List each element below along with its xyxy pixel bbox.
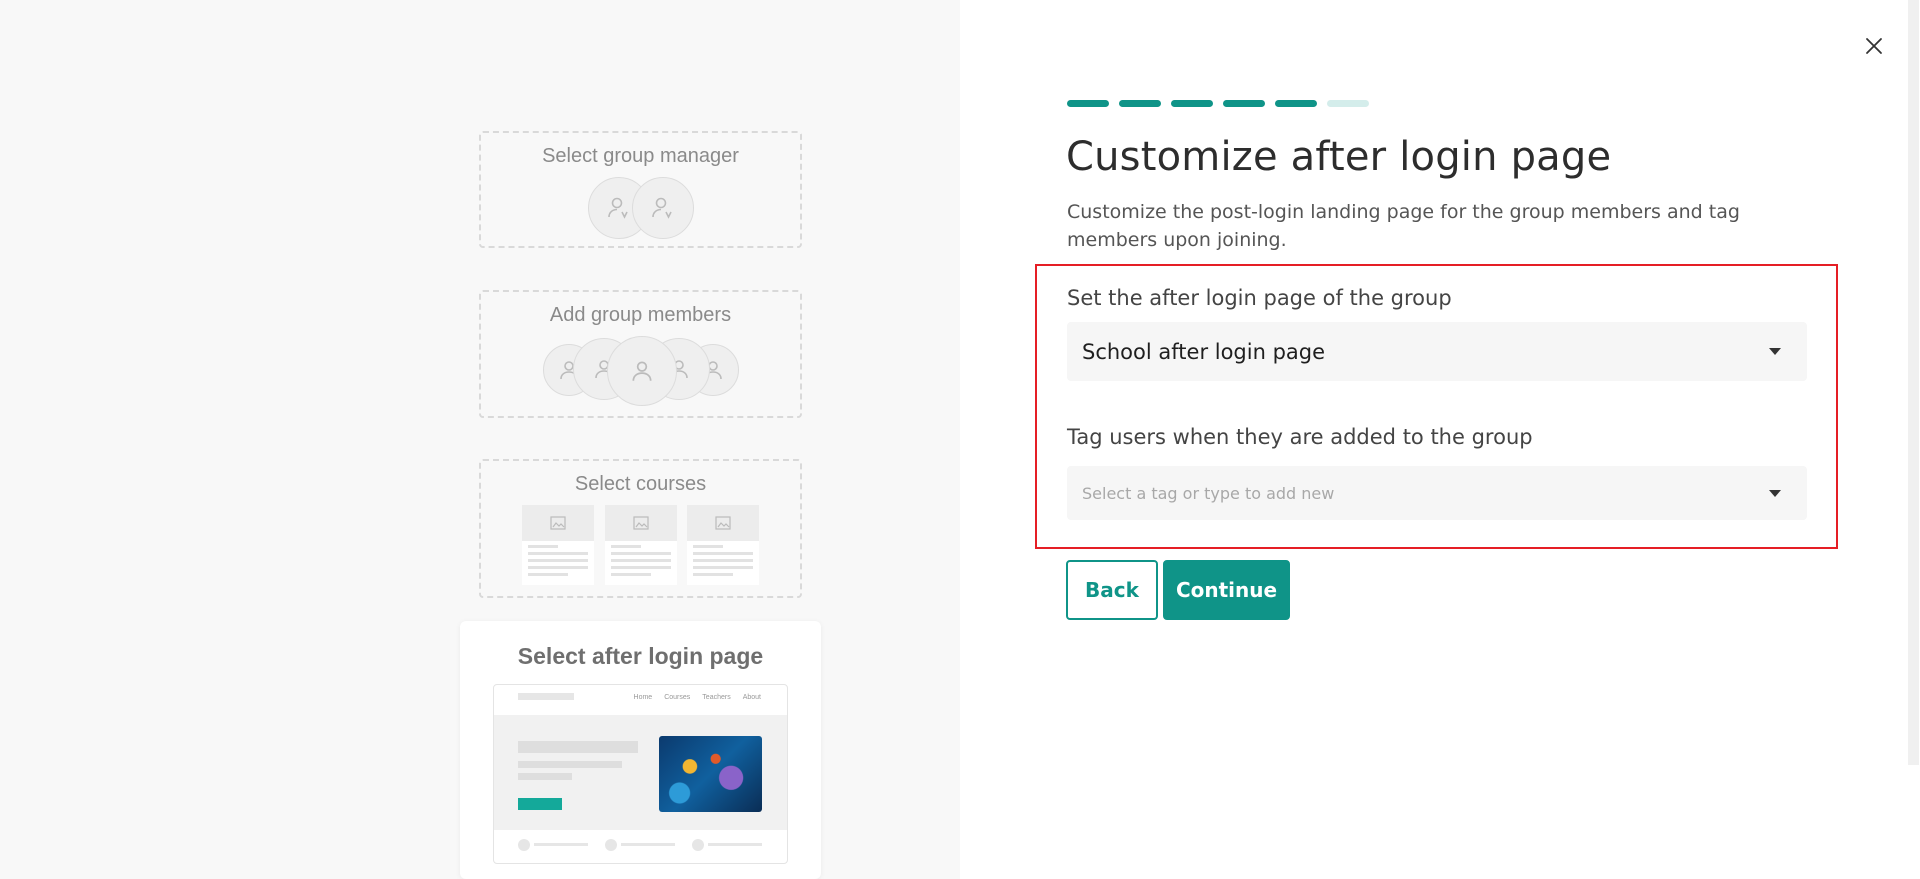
step-card-courses: Select courses: [479, 459, 802, 598]
page-preview: Home Courses Teachers About: [493, 684, 788, 864]
preview-nav-item: About: [742, 694, 761, 701]
course-thumbnail: [687, 505, 759, 585]
after-login-page-value: School after login page: [1082, 339, 1326, 364]
close-icon: [1866, 38, 1882, 54]
image-icon: [633, 516, 649, 530]
tag-users-placeholder: Select a tag or type to add new: [1082, 483, 1335, 503]
step-card-group-members: Add group members: [479, 290, 802, 418]
page-subtitle: Customize the post-login landing page fo…: [1067, 201, 1740, 251]
preview-nav-item: Courses: [664, 694, 691, 701]
step-card-group-manager: Select group manager: [479, 131, 802, 248]
after-login-page-label: Set the after login page of the group: [1067, 286, 1452, 310]
tag-users-select[interactable]: Select a tag or type to add new: [1067, 466, 1807, 520]
progress-step-complete: [1067, 100, 1109, 107]
step-card-after-login-page: Select after login page Home Courses Tea…: [460, 621, 821, 879]
tag-users-label: Tag users when they are added to the gro…: [1067, 425, 1533, 449]
progress-step-complete: [1119, 100, 1161, 107]
step-title: Select courses: [574, 473, 707, 495]
page-title: Customize after login page: [1066, 134, 1612, 180]
chevron-down-icon: [1769, 348, 1781, 355]
course-thumbnail: [605, 505, 677, 585]
progress-step-pending: [1327, 100, 1369, 107]
course-thumbnail: [522, 505, 594, 585]
wizard-illustration-panel: Select group manager Add group members S…: [0, 0, 960, 879]
wizard-progress: [1067, 100, 1369, 107]
preview-nav-item: Teachers: [702, 694, 731, 701]
step-title: Add group members: [549, 304, 732, 326]
continue-button[interactable]: Continue: [1163, 560, 1290, 620]
image-icon: [550, 516, 566, 530]
member-avatar-icon: [607, 336, 677, 406]
scrollbar-thumb[interactable]: [1908, 0, 1919, 765]
progress-step-complete: [1223, 100, 1265, 107]
image-icon: [715, 516, 731, 530]
step-title: Select group manager: [542, 145, 739, 167]
close-button[interactable]: [1862, 34, 1886, 58]
preview-nav: Home Courses Teachers About: [634, 694, 761, 701]
preview-hero-image: [659, 736, 762, 812]
progress-step-complete: [1171, 100, 1213, 107]
progress-step-complete: [1275, 100, 1317, 107]
preview-nav-item: Home: [633, 694, 653, 701]
chevron-down-icon: [1769, 489, 1781, 497]
manager-avatar-icon: [632, 177, 694, 239]
after-login-page-select[interactable]: School after login page: [1067, 322, 1807, 381]
step-title: Select after login page: [517, 643, 764, 669]
back-button[interactable]: Back: [1066, 560, 1158, 620]
